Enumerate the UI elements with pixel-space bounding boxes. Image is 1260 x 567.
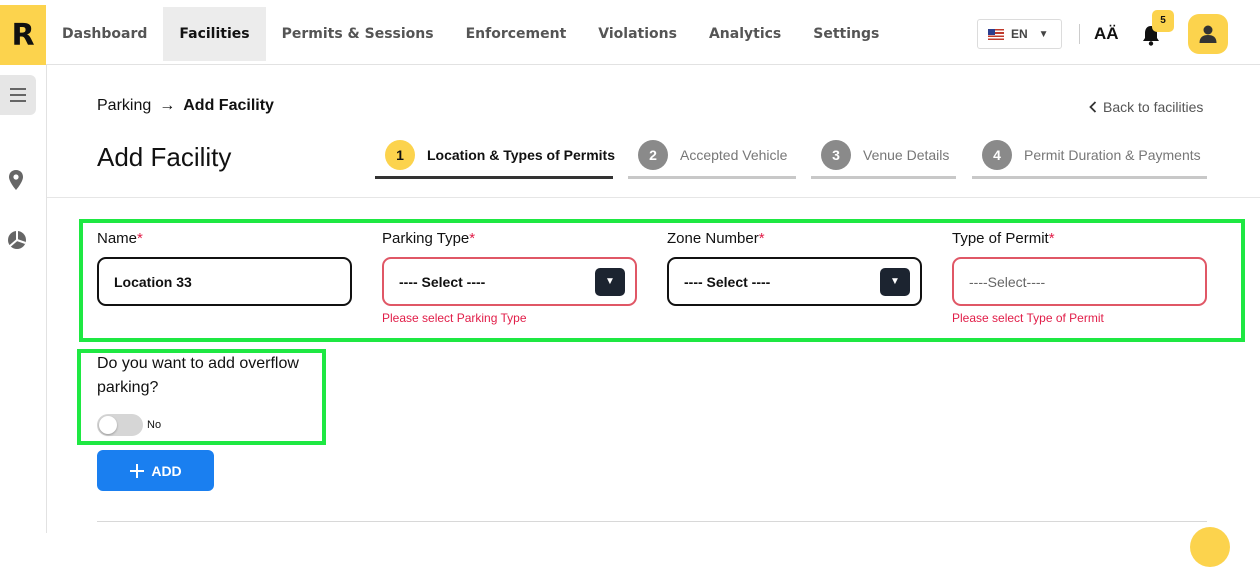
help-fab[interactable] [1190, 527, 1230, 567]
step-4-label: Permit Duration & Payments [1024, 147, 1201, 163]
overflow-toggle[interactable] [97, 414, 143, 436]
parking-type-error: Please select Parking Type [382, 311, 527, 325]
toggle-knob [99, 416, 117, 434]
overflow-question: Do you want to add overflow parking? [97, 355, 299, 396]
toolbar-divider [1079, 24, 1080, 44]
parking-type-label: Parking Type* [382, 230, 475, 247]
name-input-value: Location 33 [114, 273, 192, 290]
chevron-left-icon [1089, 101, 1097, 113]
location-pin-icon[interactable] [7, 169, 25, 191]
zone-number-label: Zone Number* [667, 230, 765, 247]
nav-settings[interactable]: Settings [797, 7, 895, 61]
menu-toggle-button[interactable] [0, 75, 36, 115]
step-1-indicator [375, 176, 613, 179]
us-flag-icon [988, 28, 1004, 40]
nav-violations[interactable]: Violations [582, 7, 693, 61]
step-4-indicator [972, 176, 1207, 179]
user-icon [1199, 25, 1217, 43]
required-mark: * [469, 230, 476, 247]
permit-type-input[interactable]: ----Select---- [952, 257, 1207, 306]
font-size-icon[interactable]: AÄ [1094, 24, 1119, 44]
header-divider [47, 197, 1260, 198]
back-to-facilities-link[interactable]: Back to facilities [1089, 99, 1203, 115]
step-3[interactable]: 3 Venue Details [821, 140, 949, 178]
add-button-label: ADD [151, 462, 182, 479]
step-1[interactable]: 1 Location & Types of Permits [385, 140, 615, 178]
permit-type-error: Please select Type of Permit [952, 311, 1104, 325]
logo-letter: R [11, 17, 35, 53]
step-3-number: 3 [821, 140, 851, 170]
arrow-right-icon: → [159, 97, 176, 114]
back-link-label: Back to facilities [1103, 99, 1204, 115]
main-nav: Dashboard Facilities Permits & Sessions … [46, 7, 895, 61]
top-navbar: R Dashboard Facilities Permits & Session… [0, 0, 1260, 65]
required-mark: * [137, 230, 143, 247]
step-4-number: 4 [982, 140, 1012, 170]
breadcrumb: Parking → Add Facility [97, 97, 274, 115]
breadcrumb-parent[interactable]: Parking [97, 97, 151, 115]
language-selector[interactable]: EN ▼ [977, 19, 1062, 49]
caret-down-icon: ▼ [1038, 28, 1049, 40]
parking-type-value: ---- Select ---- [399, 273, 486, 290]
dropdown-arrow-icon[interactable]: ▼ [880, 268, 910, 296]
step-4[interactable]: 4 Permit Duration & Payments [982, 140, 1201, 178]
step-2-indicator [628, 176, 796, 179]
nav-permits-sessions[interactable]: Permits & Sessions [266, 7, 450, 61]
permit-type-label: Type of Permit* [952, 230, 1055, 247]
step-2-number: 2 [638, 140, 668, 170]
required-mark: * [1048, 230, 1055, 247]
avatar[interactable] [1188, 14, 1228, 54]
zone-number-label-text: Zone Number [667, 230, 759, 247]
nav-analytics[interactable]: Analytics [693, 7, 797, 61]
pie-chart-icon[interactable] [6, 229, 28, 251]
page-title: Add Facility [97, 142, 232, 172]
breadcrumb-current: Add Facility [183, 97, 274, 114]
name-label-text: Name [97, 230, 138, 247]
name-label: Name* [97, 230, 143, 247]
parking-type-label-text: Parking Type [382, 230, 470, 247]
language-label: EN [1011, 27, 1028, 41]
plus-icon [130, 463, 145, 478]
nav-facilities[interactable]: Facilities [163, 7, 266, 61]
permit-type-placeholder: ----Select---- [969, 273, 1046, 290]
sidebar [0, 65, 47, 533]
step-2[interactable]: 2 Accepted Vehicle [638, 140, 787, 178]
step-3-label: Venue Details [863, 147, 950, 163]
step-1-number: 1 [385, 140, 415, 170]
name-input[interactable]: Location 33 [97, 257, 352, 306]
zone-number-value: ---- Select ---- [684, 273, 771, 290]
step-2-label: Accepted Vehicle [680, 147, 788, 163]
form-divider [97, 521, 1207, 522]
notification-badge: 5 [1152, 10, 1174, 32]
required-mark: * [758, 230, 765, 247]
logo[interactable]: R [0, 5, 46, 65]
zone-number-select[interactable]: ---- Select ---- ▼ [667, 257, 922, 306]
overflow-toggle-label: No [147, 419, 162, 431]
parking-type-select[interactable]: ---- Select ---- ▼ [382, 257, 637, 306]
step-1-label: Location & Types of Permits [427, 147, 615, 163]
add-button[interactable]: ADD [97, 450, 214, 491]
nav-dashboard[interactable]: Dashboard [46, 7, 163, 61]
permit-type-label-text: Type of Permit [952, 230, 1049, 247]
step-3-indicator [811, 176, 956, 179]
dropdown-arrow-icon[interactable]: ▼ [595, 268, 625, 296]
hamburger-icon [10, 88, 26, 102]
nav-enforcement[interactable]: Enforcement [450, 7, 583, 61]
